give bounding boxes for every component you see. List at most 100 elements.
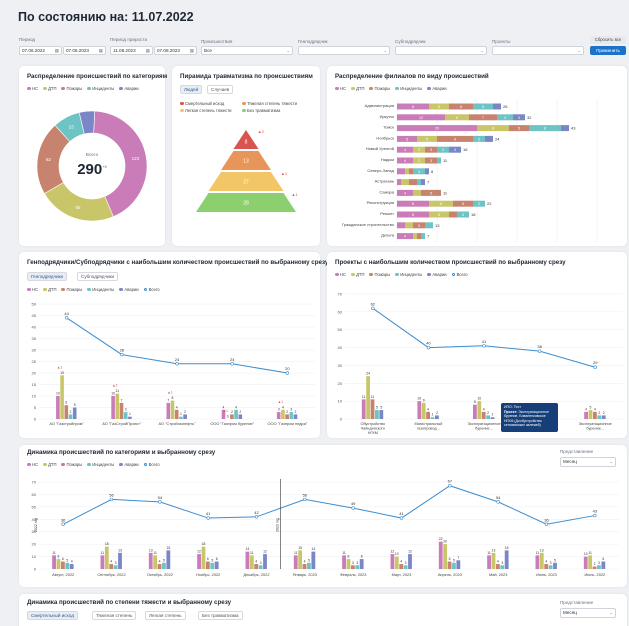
- bar-total-label: 24: [495, 136, 500, 141]
- y-tick-label: Дельта: [381, 233, 395, 238]
- apply-button[interactable]: Применить: [590, 46, 626, 55]
- bar-value-label: 13: [540, 548, 544, 552]
- dynamics-chart: 0102030405060701186 5 4Август, 202211184 31…: [32, 479, 619, 577]
- bar-value-label: 4: [176, 405, 178, 409]
- bar-value-label: 22: [439, 537, 443, 541]
- bar: [548, 565, 553, 569]
- bar-segment-label: 8: [492, 127, 494, 131]
- bar: [399, 564, 404, 569]
- total-line: [62, 485, 595, 525]
- bar: [443, 544, 448, 569]
- bar-value-label: 10: [56, 392, 60, 396]
- bar-value-label: 11: [371, 395, 375, 399]
- delta-label: ▲2: [112, 384, 117, 388]
- y-tick-label: 15: [32, 382, 37, 387]
- bar: [64, 405, 69, 419]
- incidents-label: Происшествия: [201, 39, 233, 44]
- bar: [588, 555, 593, 569]
- bar: [123, 412, 128, 419]
- gen-select[interactable]: ⌄: [298, 46, 390, 55]
- bar: [601, 561, 606, 569]
- bar: [390, 554, 395, 569]
- bar: [128, 416, 132, 419]
- growth-to-input[interactable]: 07.08.2023 ▦: [154, 46, 197, 55]
- sub-select[interactable]: ⌄: [395, 46, 487, 55]
- tab-severity-severe[interactable]: Тяжелая степень: [92, 611, 137, 620]
- bar-value-label: 11: [153, 551, 157, 555]
- bar-segment-label: 8: [412, 105, 414, 109]
- reset-button[interactable]: Сбросить все: [590, 36, 626, 44]
- bar-value-label: 8: [172, 396, 174, 400]
- proj-select[interactable]: ⌄: [492, 46, 584, 55]
- bar: [311, 551, 316, 569]
- bar-segment: [397, 222, 405, 229]
- bar-value-label: 14: [246, 547, 250, 551]
- bar: [285, 414, 289, 419]
- total-label: 24: [230, 357, 235, 362]
- bar: [417, 401, 422, 419]
- total-label: 36: [61, 517, 66, 522]
- bar-value-label: 2: [598, 411, 600, 415]
- bar-segment-label: 3: [418, 148, 420, 152]
- y-tick-label: Реконструкция: [367, 200, 394, 205]
- delta-label: ▲1: [167, 391, 172, 395]
- bar-value-label: 15: [505, 546, 509, 550]
- bar-value-label: 5: [376, 406, 378, 410]
- bar: [355, 565, 360, 569]
- bar: [289, 412, 294, 419]
- tab-severity-fatal[interactable]: Смертельный исход: [27, 611, 78, 620]
- bar-value-label: 18: [105, 542, 109, 546]
- bar-value-label: 8: [474, 400, 476, 404]
- tab-severity-none[interactable]: Без травматизма: [198, 611, 243, 620]
- incidents-select[interactable]: Все ⌄: [201, 46, 293, 55]
- x-tick-label: Сентябрь, 2022: [97, 572, 125, 577]
- donut-slice-label: 23: [69, 125, 75, 130]
- bar: [214, 561, 219, 569]
- bar-value-label: 6: [449, 557, 451, 561]
- severity-card: Динамика происшествий по степени тяжести…: [19, 594, 627, 626]
- bar-segment-label: 4: [404, 235, 406, 239]
- bar: [539, 552, 544, 569]
- bar-value-label: 5: [74, 403, 76, 407]
- y-tick-label: 10: [338, 399, 343, 404]
- period-from-input[interactable]: 07.06.2022 ▦: [19, 46, 62, 55]
- bar-segment-label: 4: [404, 148, 406, 152]
- bar-value-label: 3: [278, 408, 280, 412]
- delta-label: ▲1: [222, 409, 227, 413]
- bar-value-label: 2: [487, 411, 489, 415]
- severity-view-select[interactable]: Месяц ⌄: [560, 608, 616, 618]
- bar-segment-label: 3: [418, 224, 420, 228]
- bar-total-label: 13: [435, 223, 440, 228]
- bar-value-label: 19: [60, 371, 64, 375]
- project-tooltip: ИПО: Тест Проект: Эксплуатационное бурен…: [501, 403, 558, 432]
- total-point: [537, 349, 542, 353]
- total-label: 62: [371, 301, 376, 306]
- bar: [258, 565, 263, 569]
- x-tick-label: Март, 2023: [392, 572, 412, 577]
- growth-from-input[interactable]: 11.08.2023 ▦: [110, 46, 153, 55]
- bar-value-label: 8: [348, 555, 350, 559]
- y-tick-label: Иркутск: [380, 114, 395, 119]
- bar-value-label: 2: [239, 410, 241, 414]
- contractors-chart: 051015202530354045501019625АО "Газстройп…: [32, 302, 315, 426]
- total-label: 40: [426, 341, 431, 346]
- bar: [438, 541, 443, 569]
- donut-slice-label: 123: [132, 156, 140, 161]
- bar: [487, 555, 491, 569]
- bar-total-label: 32: [527, 115, 532, 120]
- y-tick-label: Ремонт: [380, 211, 394, 216]
- pyramid-delta: ▲2: [258, 129, 265, 134]
- bar-value-label: 2: [231, 410, 233, 414]
- chevron-down-icon: ⌄: [383, 48, 387, 53]
- y-tick-label: 10: [32, 554, 37, 559]
- period-to-input[interactable]: 07.06.2023 ▦: [63, 46, 106, 55]
- bar: [379, 410, 384, 419]
- y-tick-label: 50: [32, 302, 37, 307]
- bar-segment: [493, 103, 501, 110]
- y-tick-label: 20: [32, 371, 37, 376]
- bar-segment: [437, 157, 441, 164]
- y-tick-label: 30: [338, 363, 343, 368]
- tab-severity-light[interactable]: Легкая степень: [145, 611, 186, 620]
- y-tick-label: 25: [32, 359, 37, 364]
- bar-value-label: 4: [282, 405, 284, 409]
